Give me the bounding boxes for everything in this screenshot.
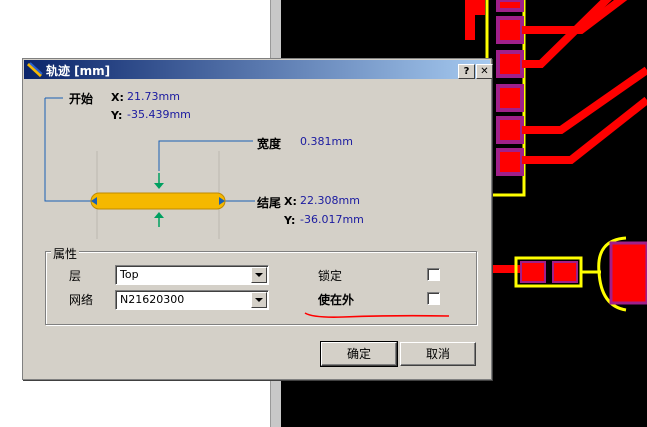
layer-select-value: Top [120,268,139,281]
end-x-value[interactable]: 22.308mm [300,194,360,207]
close-icon[interactable]: ✕ [476,64,493,79]
locked-label: 锁定 [318,269,343,283]
width-leader-line [158,140,253,171]
keepout-checkbox[interactable] [427,292,440,305]
net-dropdown-button[interactable] [251,292,267,308]
help-icon[interactable]: ? [458,64,475,79]
end-y-value[interactable]: -36.017mm [300,213,364,226]
red-underline-annotation [304,312,450,318]
dialog-titlebar[interactable]: 轨迹 [mm] ? ✕ [24,60,493,79]
pcb-pad-column [496,0,524,176]
keepout-label: 使在外 [318,293,355,307]
trace-tool-icon [27,62,43,77]
end-label: 结尾 [257,196,282,210]
pcb-diagonal-traces [522,0,647,164]
net-select-value: N21620300 [120,293,185,306]
pcb-large-pad [609,241,647,305]
track-preview [44,97,255,239]
layer-label: 层 [69,269,82,283]
track-properties-dialog: 轨迹 [mm] ? ✕ 开始 X: 21.73mm Y: -35.439mm 宽… [22,58,493,380]
layer-select[interactable]: Top [115,265,269,285]
end-y-axis: Y: [284,214,296,227]
end-x-axis: X: [284,195,297,208]
width-label: 宽度 [257,137,282,151]
pcb-pad [552,261,578,283]
start-label: 开始 [69,92,94,106]
net-select[interactable]: N21620300 [115,290,269,310]
trace-bar [90,192,226,210]
start-leader-line [44,98,93,202]
chevron-down-icon [255,273,263,277]
pcb-trace [475,0,485,15]
start-y-axis: Y: [111,109,123,122]
chevron-down-icon [255,298,263,302]
pcb-pad [520,261,546,283]
dialog-title: 轨迹 [mm] [46,64,111,78]
net-label: 网络 [69,293,94,307]
width-value[interactable]: 0.381mm [300,135,353,148]
start-y-value[interactable]: -35.439mm [127,108,191,121]
properties-group-title: 属性 [51,245,80,262]
start-x-value[interactable]: 21.73mm [127,90,180,103]
locked-checkbox[interactable] [427,268,440,281]
pcb-trace [465,0,475,40]
ok-button[interactable]: 确定 [320,341,398,367]
start-x-axis: X: [111,91,124,104]
layer-dropdown-button[interactable] [251,267,267,283]
cancel-button[interactable]: 取消 [400,342,476,366]
